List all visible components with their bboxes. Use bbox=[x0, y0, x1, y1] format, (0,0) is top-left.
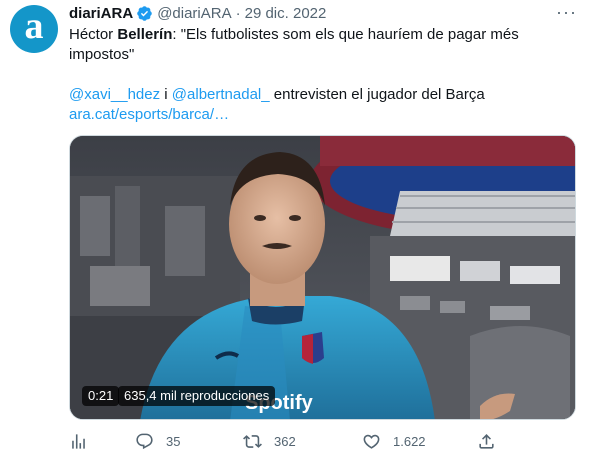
text-line-mentions: @xavi__hdez i @albertnadal_ entrevisten … bbox=[69, 85, 579, 105]
reply-icon bbox=[136, 433, 153, 450]
like-button[interactable]: 1.622 bbox=[362, 432, 426, 451]
retweet-count: 362 bbox=[274, 434, 296, 449]
retweet-icon bbox=[243, 435, 262, 448]
reply-count: 35 bbox=[166, 434, 181, 449]
video-time-badge: 0:21 bbox=[82, 386, 120, 406]
tweet-actions: 35 362 1.622 bbox=[69, 432, 579, 454]
analytics-button[interactable] bbox=[69, 432, 88, 451]
text-line-1: Héctor Bellerín: "Els futbolistes som el… bbox=[69, 25, 579, 45]
article-link[interactable]: ara.cat/esports/barca/… bbox=[69, 106, 229, 123]
mention-albert[interactable]: @albertnadal_ bbox=[172, 86, 270, 103]
text-line-2: impostos" bbox=[69, 46, 135, 63]
tweet[interactable]: a diariARA @diariARA · 29 dic. 2022 ··· … bbox=[0, 0, 597, 465]
separator-dot: · bbox=[235, 4, 241, 22]
tweet-text: Héctor Bellerín: "Els futbolistes som el… bbox=[69, 25, 579, 125]
mention-connector: i bbox=[160, 86, 172, 103]
like-icon bbox=[363, 434, 380, 449]
text-bold-name: Bellerín bbox=[117, 26, 173, 43]
avatar-letter: a bbox=[24, 5, 44, 47]
reply-button[interactable]: 35 bbox=[135, 432, 180, 451]
avatar[interactable]: a bbox=[10, 5, 58, 53]
analytics-icon bbox=[72, 434, 85, 449]
mention-xavi[interactable]: @xavi__hdez bbox=[69, 86, 160, 103]
tweet-date[interactable]: 29 dic. 2022 bbox=[245, 5, 327, 22]
share-icon bbox=[479, 434, 494, 449]
text-prefix: Héctor bbox=[69, 26, 118, 43]
mention-tail: entrevisten el jugador del Barça bbox=[269, 86, 485, 103]
tweet-header: diariARA @diariARA · 29 dic. 2022 bbox=[69, 3, 326, 23]
retweet-button[interactable]: 362 bbox=[243, 432, 296, 451]
video-frame: Spotify bbox=[70, 136, 575, 419]
author-handle[interactable]: @diariARA bbox=[157, 5, 231, 22]
share-button[interactable] bbox=[477, 432, 496, 451]
verified-icon bbox=[137, 5, 152, 21]
like-count: 1.622 bbox=[393, 434, 426, 449]
video-views-badge: 635,4 mil reproducciones bbox=[118, 386, 276, 406]
author-name[interactable]: diariARA bbox=[69, 5, 133, 22]
text-quote: : "Els futbolistes som els que hauríem d… bbox=[172, 26, 519, 43]
video-player[interactable]: Spotify bbox=[69, 135, 576, 420]
more-icon[interactable]: ··· bbox=[556, 3, 577, 21]
